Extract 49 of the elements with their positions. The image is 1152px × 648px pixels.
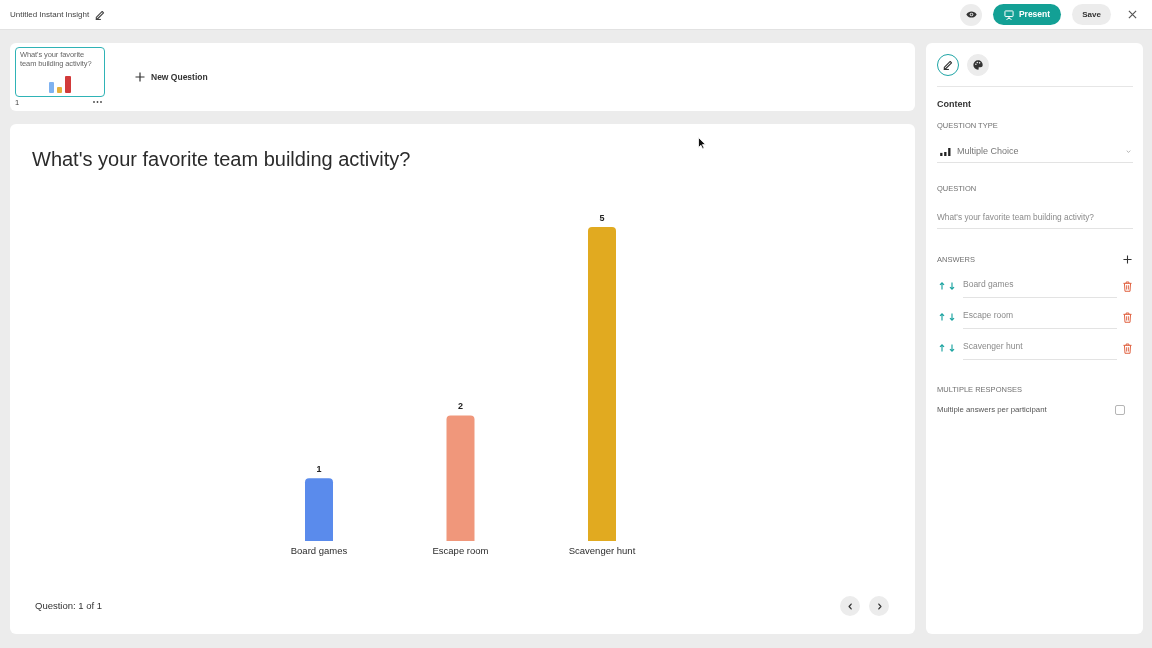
question-title: What's your favorite team building activity? [32,147,412,171]
question-type-dropdown[interactable]: Multiple Choice [937,141,1133,163]
chevron-left-icon [846,602,854,610]
category-label: Board games [290,545,348,556]
design-tab[interactable] [967,54,989,76]
answer-field[interactable]: Board games [963,274,1117,298]
new-question-button[interactable]: New Question [135,70,208,84]
close-icon [1128,9,1137,19]
close-button[interactable] [1128,9,1138,20]
section-title: Content [937,98,972,111]
next-button[interactable] [869,596,889,616]
pencil-icon [943,60,953,70]
bar-value-label: 2 [458,401,463,412]
chevron-right-icon [875,602,883,610]
trash-icon[interactable] [1123,311,1132,323]
palette-icon [973,60,983,70]
add-answer-button[interactable] [1123,255,1132,264]
save-button[interactable]: Save [1072,4,1111,25]
bar-chart-icon [940,147,951,156]
document-title: Untitled Instant Insight [10,9,90,20]
present-button[interactable]: Present [993,4,1061,25]
plus-icon [1123,255,1132,264]
arrow-down-icon[interactable] [949,282,955,290]
edit-tab[interactable] [937,54,959,76]
caret-down-icon [1126,150,1131,153]
bar-value-label: 1 [316,464,322,475]
arrow-up-icon[interactable] [939,313,945,321]
eye-icon [965,11,977,18]
bar-value-label: 5 [599,213,605,223]
arrow-up-icon[interactable] [939,344,945,352]
answer-field[interactable]: Scavenger hunt [963,336,1117,360]
pencil-icon[interactable] [95,9,106,20]
question-field[interactable]: What's your favorite team building activity? [937,206,1133,229]
answer-field[interactable]: Escape room [963,305,1117,329]
question-counter: Question: 1 of 1 [35,598,103,613]
plus-icon [135,72,145,82]
mouse-pointer-icon [698,137,706,149]
arrow-up-icon[interactable] [939,282,945,290]
presentation-icon [1003,9,1014,20]
category-label: Scavenger hunt [568,545,636,556]
mini-bar-chart-icon [49,76,71,93]
arrow-down-icon[interactable] [949,344,955,352]
trash-icon[interactable] [1123,342,1132,354]
preview-button[interactable] [960,3,982,26]
previous-button[interactable] [840,596,860,616]
arrow-down-icon[interactable] [949,313,955,321]
checkbox[interactable] [1115,404,1125,415]
trash-icon[interactable] [1123,280,1132,292]
category-label: Escape room [432,545,489,556]
